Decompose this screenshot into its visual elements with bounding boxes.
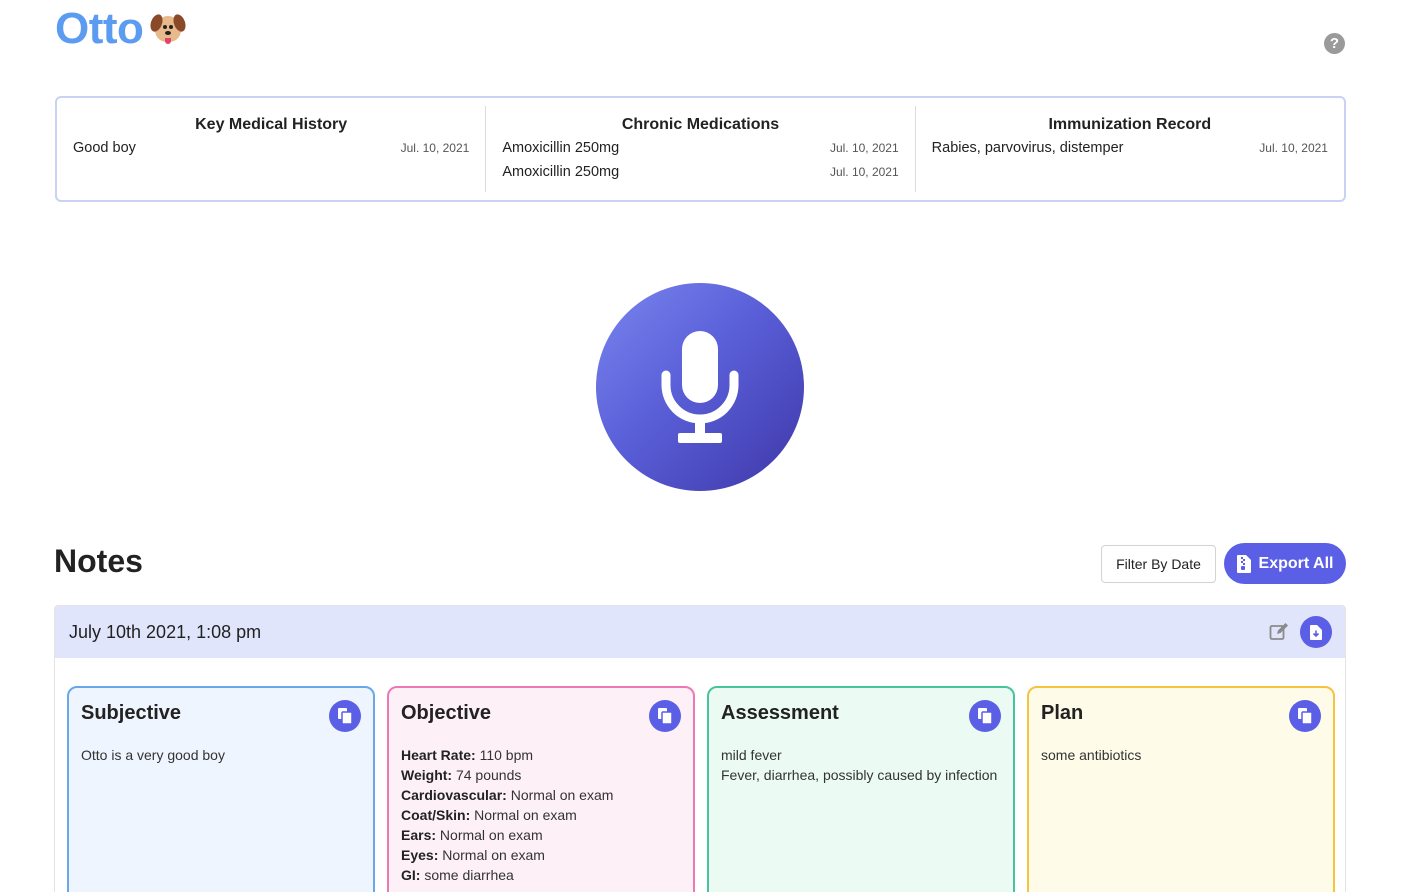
section-title: Chronic Medications [621, 116, 780, 133]
vitals-line: Coat/Skin: Normal on exam [401, 807, 577, 823]
chronic-medications-section: Chronic Medications Amoxicillin 250mg Ju… [485, 106, 914, 192]
subjective-card: Subjective Otto is a very good boy [67, 686, 375, 892]
immunization-record-section: Immunization Record Rabies, parvovirus, … [914, 106, 1344, 192]
card-body: some antibiotics [1041, 747, 1142, 763]
history-text: Good boy [73, 140, 136, 156]
vitals-line: GI: some diarrhea [401, 867, 514, 883]
list-item: Rabies, parvovirus, distemper Jul. 10, 2… [932, 140, 1328, 164]
card-title: Assessment [721, 702, 839, 724]
immunization-date: Jul. 10, 2021 [1259, 141, 1328, 155]
vitals-line: Weight: 74 pounds [401, 767, 522, 783]
page-header: Otto [55, 4, 189, 54]
copy-icon [338, 708, 352, 724]
file-download-icon [1310, 624, 1322, 640]
card-title: Plan [1041, 702, 1084, 724]
soap-cards: Subjective Otto is a very good boy Objec… [67, 686, 1335, 892]
copy-button[interactable] [1289, 700, 1321, 732]
vitals-line: Cardiovascular: Normal on exam [401, 787, 614, 803]
medical-summary-panel: Key Medical History Good boy Jul. 10, 20… [55, 96, 1346, 202]
list-item: Amoxicillin 250mg Jul. 10, 2021 [502, 164, 898, 188]
vitals-line: Eyes: Normal on exam [401, 847, 545, 863]
section-title: Key Medical History [195, 116, 348, 133]
list-item: Amoxicillin 250mg Jul. 10, 2021 [502, 140, 898, 164]
card-title: Objective [401, 702, 492, 724]
copy-icon [1298, 708, 1312, 724]
medication-date: Jul. 10, 2021 [829, 165, 899, 179]
download-note-button[interactable] [1300, 616, 1332, 648]
immunization-text: Rabies, parvovirus, distemper [931, 140, 1124, 156]
dog-face-icon [148, 12, 189, 46]
list-item: Good boy Jul. 10, 2021 [73, 140, 469, 164]
assessment-card: Assessment mild fever Fever, diarrhea, p… [707, 686, 1015, 892]
plan-card: Plan some antibiotics [1027, 686, 1335, 892]
card-body: Otto is a very good boy [81, 747, 225, 763]
export-all-label: Export All [1258, 554, 1334, 572]
copy-icon [978, 708, 992, 724]
export-all-button[interactable]: Export All [1224, 543, 1346, 584]
card-body: Heart Rate: 110 bpm Weight: 74 pounds Ca… [401, 745, 681, 885]
edit-icon[interactable] [1269, 622, 1289, 642]
vitals-line: Ears: Normal on exam [401, 827, 543, 843]
medication-text: Amoxicillin 250mg [502, 140, 620, 156]
key-medical-history-section: Key Medical History Good boy Jul. 10, 20… [57, 106, 485, 192]
section-title: Immunization Record [1048, 116, 1212, 133]
copy-icon [658, 708, 672, 724]
card-title: Subjective [81, 702, 182, 724]
copy-button[interactable] [649, 700, 681, 732]
note-header: July 10th 2021, 1:08 pm [55, 606, 1345, 658]
medication-date: Jul. 10, 2021 [829, 141, 899, 155]
help-icon[interactable]: ? [1324, 33, 1345, 54]
record-button[interactable] [596, 283, 804, 491]
objective-card: Objective Heart Rate: 110 bpm Weight: 74… [387, 686, 695, 892]
copy-button[interactable] [329, 700, 361, 732]
assessment-line: Fever, diarrhea, possibly caused by infe… [721, 767, 998, 783]
card-body: mild fever Fever, diarrhea, possibly cau… [721, 745, 1001, 785]
filter-by-date-button[interactable]: Filter By Date [1101, 545, 1216, 583]
note-entry: July 10th 2021, 1:08 pm Subjective Otto … [54, 605, 1346, 892]
assessment-line: mild fever [721, 747, 782, 763]
copy-button[interactable] [969, 700, 1001, 732]
history-date: Jul. 10, 2021 [400, 141, 470, 155]
notes-heading: Notes [54, 543, 143, 579]
note-date: July 10th 2021, 1:08 pm [69, 621, 262, 642]
patient-name: Otto [55, 4, 144, 53]
file-zip-icon [1236, 554, 1251, 573]
microphone-icon [661, 331, 739, 443]
medication-text: Amoxicillin 250mg [502, 164, 620, 180]
vitals-line: Heart Rate: 110 bpm [401, 747, 534, 763]
